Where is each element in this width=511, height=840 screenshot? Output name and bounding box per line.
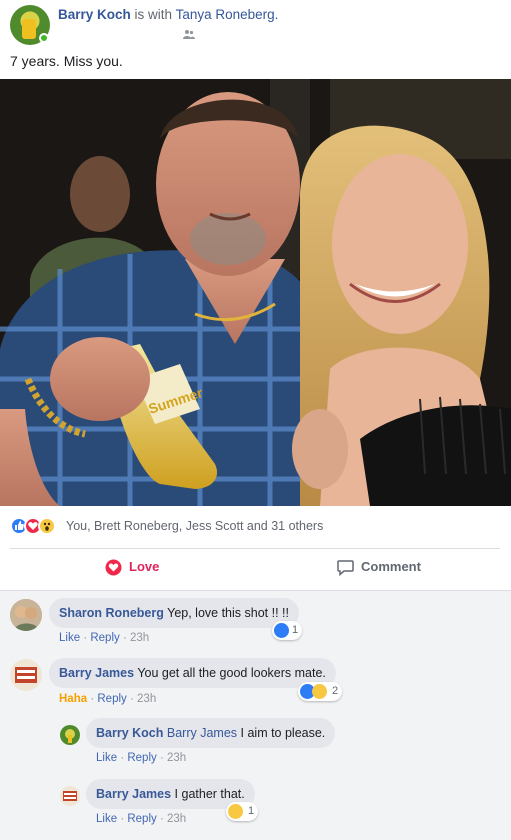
comment-timestamp[interactable]: 23h [167,813,186,825]
reactions-summary-text[interactable]: You, Brett Roneberg, Jess Scott and 31 o… [66,519,323,533]
commenter-avatar[interactable] [10,659,42,691]
photo-illustration: Summer [0,79,511,506]
comment-timestamp[interactable]: 23h [167,752,186,764]
meta-separator: · [159,752,164,764]
online-status-dot [39,33,49,43]
meta-separator: · [159,813,164,825]
divider [10,548,500,549]
haha-reaction-icon [312,684,327,699]
post-photo[interactable]: Summer [0,79,511,506]
like-comment-link[interactable]: Like [96,752,117,764]
post-text: 7 years. Miss you. [10,53,123,69]
post-header: Barry Koch is with Tanya Roneberg. [0,0,511,48]
comment-bubble: Barry James You get all the good lookers… [49,658,336,688]
love-button-label: Love [129,559,160,574]
mention-link[interactable]: Barry James [167,726,237,740]
commenter-name[interactable]: Barry James [59,666,134,680]
reply-bubble: Barry Koch Barry James I aim to please. [86,718,336,748]
reply-link[interactable]: Reply [127,752,156,764]
comments-section: Sharon Roneberg Yep, love this shot !! !… [0,590,511,840]
comment-reaction-count: 2 [332,685,339,697]
post-header-line: Barry Koch is with Tanya Roneberg. [58,7,278,22]
love-icon [105,559,122,576]
reply-link[interactable]: Reply [97,693,126,705]
comment-meta: Haha · Reply · 23h [59,693,156,705]
comment-reaction-count: 1 [248,805,255,817]
commenter-name[interactable]: Sharon Roneberg [59,606,164,620]
post-author-link[interactable]: Barry Koch [58,7,131,22]
like-reaction-icon [274,623,289,638]
tagged-person-link[interactable]: Tanya Roneberg. [176,7,279,22]
comment-bubble: Sharon Roneberg Yep, love this shot !! !… [49,598,299,628]
reply-link[interactable]: Reply [90,632,119,644]
comment-timestamp[interactable]: 23h [130,632,149,644]
haha-reaction-link[interactable]: Haha [59,693,87,705]
reply-link[interactable]: Reply [127,813,156,825]
replier-avatar[interactable] [60,725,80,745]
meta-separator: · [122,632,127,644]
replier-avatar[interactable] [60,786,80,806]
comment-reaction-pill[interactable]: 1 [272,621,302,640]
meta-separator: · [129,693,134,705]
reply-meta: Like · Reply · 23h [96,752,186,764]
reply-meta: Like · Reply · 23h [96,813,186,825]
comment-reaction-count: 1 [292,624,299,636]
like-comment-link[interactable]: Like [59,632,80,644]
friends-audience-icon[interactable] [183,29,195,39]
comment-icon [337,560,354,576]
wow-reaction-icon [38,517,56,535]
replier-name[interactable]: Barry Koch [96,726,163,740]
reply-text: I aim to please. [240,726,326,740]
comment-reaction-pill[interactable]: 2 [298,682,342,701]
meta-separator: · [120,752,125,764]
reactions-summary[interactable]: You, Brett Roneberg, Jess Scott and 31 o… [10,515,500,537]
meta-separator: · [90,693,95,705]
meta-separator: · [83,632,88,644]
comment-text: Yep, love this shot !! !! [167,606,289,620]
comment-meta: Like · Reply · 23h [59,632,149,644]
replier-name[interactable]: Barry James [96,787,171,801]
like-comment-link[interactable]: Like [96,813,117,825]
commenter-avatar[interactable] [10,599,42,631]
meta-separator: · [120,813,125,825]
comment-button-label: Comment [361,559,421,574]
comment-timestamp[interactable]: 23h [137,693,156,705]
haha-reaction-icon [228,804,243,819]
comment-text: You get all the good lookers mate. [137,666,326,680]
with-text: is with [134,7,173,22]
reply-text: I gather that. [174,787,245,801]
comment-reaction-pill[interactable]: 1 [226,802,258,821]
